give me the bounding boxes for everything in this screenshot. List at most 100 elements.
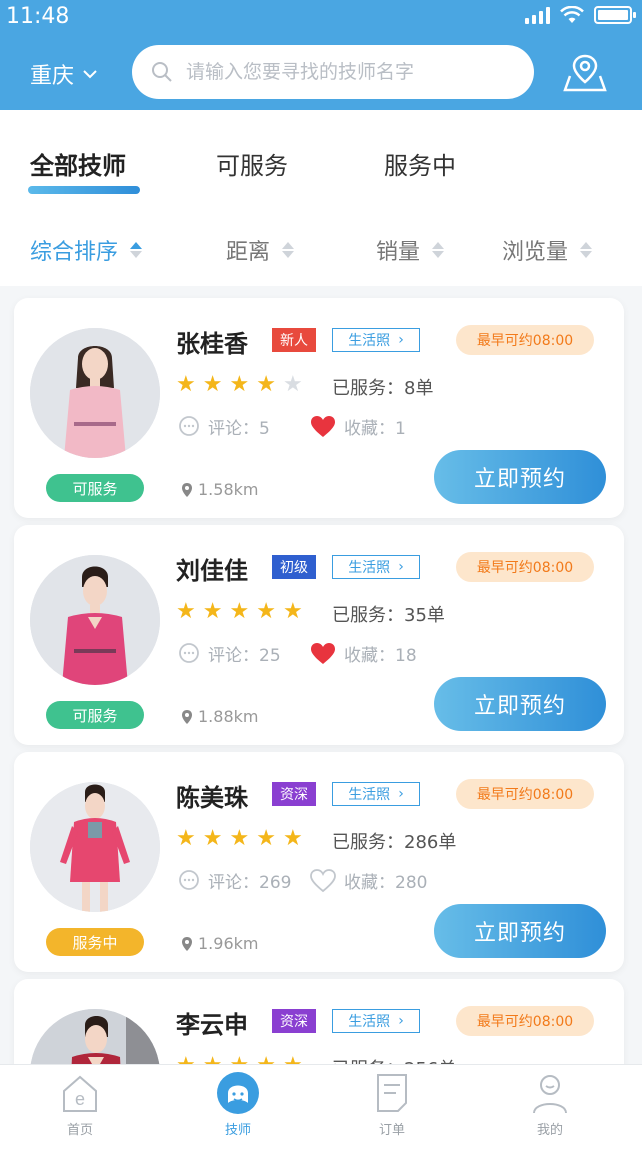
map-location-icon[interactable]	[562, 52, 608, 94]
location-pin-icon	[182, 709, 192, 724]
tab-in-service[interactable]: 服务中	[384, 146, 456, 181]
nav-profile[interactable]: 我的	[510, 1071, 590, 1138]
technician-card[interactable]: 服务中 陈美珠 资深 生活照 › 最早可约08:00 ★ ★ ★ ★ ★ 已服务：286…	[14, 752, 624, 972]
bottom-navigation: e 首页 技师 订单 我的	[0, 1064, 642, 1154]
served-count: 已服务：8单	[332, 378, 434, 399]
rating-stars: ★★★★★	[176, 601, 303, 623]
rating-stars: ★★★★★	[176, 374, 303, 396]
distance-value: 1.96km	[198, 934, 259, 953]
level-badge: 新人	[272, 328, 316, 352]
search-bar[interactable]	[132, 45, 534, 99]
sort-sales[interactable]: 销量	[376, 234, 445, 266]
nav-profile-label: 我的	[536, 1123, 563, 1138]
rating-stars: ★★★★★	[176, 828, 303, 850]
meta-row: 评论：5 收藏：1	[178, 414, 406, 439]
chevron-right-icon: ›	[398, 1013, 404, 1029]
comment-count: 评论：25	[208, 646, 281, 666]
favorite-button[interactable]: 收藏：1	[310, 414, 406, 439]
favorite-count: 收藏：280	[344, 873, 428, 893]
technician-card[interactable]: 李云申 资深 生活照 › 最早可约08:00 ★ ★ ★ ★ ★ 已服务：256单	[14, 979, 624, 1064]
nav-home[interactable]: e 首页	[40, 1071, 120, 1138]
comment-icon	[179, 869, 199, 890]
sort-arrows-icon	[282, 242, 295, 258]
star-icon: ★	[282, 599, 303, 624]
technician-name: 李云申	[176, 1011, 248, 1039]
life-photo-label: 生活照	[348, 333, 391, 349]
earliest-available-badge: 最早可约08:00	[456, 779, 594, 809]
served-count: 已服务：256单	[332, 1055, 456, 1064]
favorite-button[interactable]: 收藏：18	[310, 641, 417, 666]
star-icon: ★	[256, 826, 276, 851]
technician-card[interactable]: 可服务 刘佳佳 初级 生活照 › 最早可约08:00 ★ ★ ★ ★ ★ 已服务：35单…	[14, 525, 624, 745]
sort-distance-label: 距离	[226, 240, 271, 265]
technician-avatar	[30, 555, 160, 685]
sort-views[interactable]: 浏览量	[502, 234, 593, 266]
service-state-badge: 可服务	[46, 701, 144, 729]
chevron-right-icon: ›	[398, 332, 404, 348]
chevron-down-icon	[83, 70, 97, 79]
status-icons	[525, 6, 636, 24]
comment-count: 评论：269	[208, 873, 292, 893]
life-photo-label: 生活照	[348, 1014, 391, 1030]
life-photo-link[interactable]: 生活照 ›	[332, 555, 420, 579]
active-tab-indicator	[28, 186, 140, 194]
sort-comprehensive[interactable]: 综合排序	[30, 234, 143, 266]
comment-icon	[179, 415, 199, 436]
level-badge: 资深	[272, 782, 316, 806]
comment-count: 评论：5	[208, 419, 270, 439]
technician-list[interactable]: 可服务 张桂香 新人 生活照 › 最早可约08:00 ★ ★ ★ ★ ★ 已服务：8单 …	[0, 286, 642, 1064]
earliest-available-badge: 最早可约08:00	[456, 325, 594, 355]
technician-icon	[217, 1072, 259, 1114]
nav-orders[interactable]: 订单	[352, 1071, 432, 1138]
comments[interactable]: 评论：25	[178, 641, 310, 666]
star-icon: ★	[282, 826, 303, 851]
sort-views-label: 浏览量	[502, 240, 569, 265]
earliest-available-badge: 最早可约08:00	[456, 1006, 594, 1036]
level-badge: 初级	[272, 555, 316, 579]
star-icon: ★	[229, 372, 250, 397]
favorite-count: 收藏：18	[344, 646, 417, 666]
sort-comprehensive-label: 综合排序	[30, 240, 119, 265]
battery-icon	[594, 6, 636, 24]
heart-filled-icon	[311, 415, 335, 437]
served-count: 已服务：35单	[332, 605, 445, 626]
profile-icon	[533, 1075, 567, 1114]
service-state-badge: 服务中	[46, 928, 144, 956]
city-selector[interactable]: 重庆	[30, 58, 98, 90]
star-icon: ★	[176, 1055, 196, 1065]
meta-row: 评论：269 收藏：280	[178, 868, 427, 893]
comments[interactable]: 评论：5	[178, 414, 310, 439]
book-now-button[interactable]: 立即预约	[434, 904, 606, 958]
search-input[interactable]	[186, 61, 506, 83]
tab-all-technicians[interactable]: 全部技师	[30, 146, 126, 181]
technician-name: 刘佳佳	[176, 557, 248, 585]
sort-arrows-icon	[580, 242, 593, 258]
order-icon	[377, 1074, 407, 1112]
wifi-icon	[560, 6, 584, 23]
technician-card[interactable]: 可服务 张桂香 新人 生活照 › 最早可约08:00 ★ ★ ★ ★ ★ 已服务：8单 …	[14, 298, 624, 518]
star-icon: ★	[229, 599, 250, 624]
technician-name: 张桂香	[176, 330, 248, 358]
sort-distance[interactable]: 距离	[226, 234, 295, 266]
distance: 1.96km	[180, 934, 258, 953]
sort-arrows-icon	[432, 242, 445, 258]
star-icon: ★	[256, 372, 276, 397]
life-photo-link[interactable]: 生活照 ›	[332, 1009, 420, 1033]
life-photo-link[interactable]: 生活照 ›	[332, 782, 420, 806]
distance-value: 1.58km	[198, 480, 259, 499]
tab-available[interactable]: 可服务	[216, 146, 288, 181]
signal-icon	[525, 6, 550, 24]
nav-technician[interactable]: 技师	[198, 1071, 278, 1138]
life-photo-link[interactable]: 生活照 ›	[332, 328, 420, 352]
favorite-button[interactable]: 收藏：280	[310, 868, 427, 893]
chevron-right-icon: ›	[398, 786, 404, 802]
status-time: 11:48	[6, 4, 70, 29]
star-icon: ★	[202, 826, 223, 851]
book-now-button[interactable]: 立即预约	[434, 677, 606, 731]
book-now-button[interactable]: 立即预约	[434, 450, 606, 504]
technician-tabs: 全部技师 可服务 服务中	[0, 110, 642, 210]
service-state-badge: 可服务	[46, 474, 144, 502]
star-icon: ★	[176, 599, 196, 624]
distance: 1.88km	[180, 707, 258, 726]
comments[interactable]: 评论：269	[178, 868, 310, 893]
